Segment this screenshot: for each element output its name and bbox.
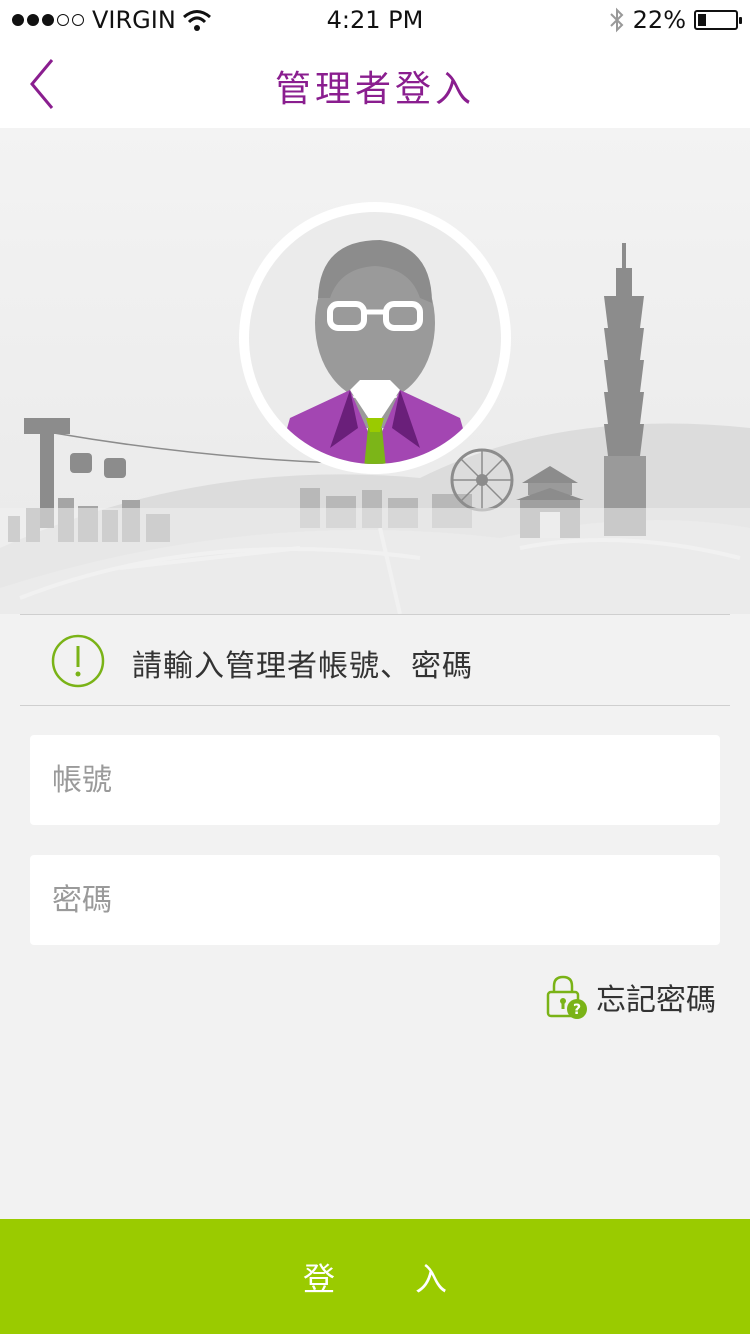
alert-circle-icon bbox=[51, 634, 105, 688]
status-right: 22% bbox=[609, 6, 742, 34]
nav-bar: 管理者登入 bbox=[0, 40, 750, 128]
login-button[interactable]: 登入 bbox=[0, 1219, 750, 1334]
forgot-password-link[interactable]: ? 忘記密碼 bbox=[544, 974, 716, 1020]
svg-text:?: ? bbox=[573, 1002, 581, 1018]
status-bar: VIRGIN 4:21 PM 22% bbox=[0, 0, 750, 40]
bluetooth-icon bbox=[609, 7, 624, 33]
account-input[interactable] bbox=[30, 735, 720, 825]
taipei-skyline-illustration bbox=[0, 202, 750, 614]
battery-icon bbox=[694, 10, 742, 30]
battery-percent: 22% bbox=[632, 6, 686, 34]
login-notice: 請輸入管理者帳號、密碼 bbox=[20, 614, 730, 706]
hero-illustration bbox=[0, 128, 750, 614]
notice-text: 請輸入管理者帳號、密碼 bbox=[132, 649, 473, 684]
lock-question-icon: ? bbox=[546, 975, 587, 1019]
page-title: 管理者登入 bbox=[274, 69, 475, 110]
admin-avatar-icon bbox=[239, 202, 511, 474]
password-input[interactable] bbox=[30, 855, 720, 945]
forgot-password-label: 忘記密碼 bbox=[596, 983, 716, 1018]
